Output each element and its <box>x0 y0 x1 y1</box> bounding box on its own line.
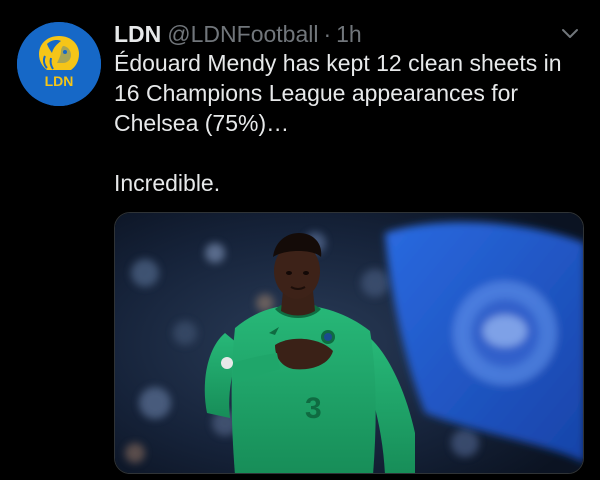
user-handle[interactable]: @LDNFootball <box>167 21 318 47</box>
logo-text: LDN <box>45 73 74 89</box>
avatar[interactable]: LDN <box>17 22 101 106</box>
tweet-text: Édouard Mendy has kept 12 clean sheets i… <box>114 48 584 198</box>
tweet[interactable]: LDN LDN @LDNFootball · 1h Édouard Mendy has… <box>0 0 600 480</box>
photo-image: 3 <box>115 213 583 473</box>
chevron-down-icon[interactable] <box>558 22 582 46</box>
timestamp[interactable]: 1h <box>336 21 362 47</box>
display-name[interactable]: LDN <box>114 21 161 47</box>
tweet-media-image[interactable]: 3 <box>114 212 584 474</box>
svg-text:3: 3 <box>305 392 322 425</box>
separator-dot: · <box>323 21 332 47</box>
lion-head-icon: LDN <box>17 22 101 106</box>
tweet-text-line: Édouard Mendy has kept 12 clean sheets i… <box>114 50 562 136</box>
tweet-text-line: Incredible. <box>114 170 221 196</box>
